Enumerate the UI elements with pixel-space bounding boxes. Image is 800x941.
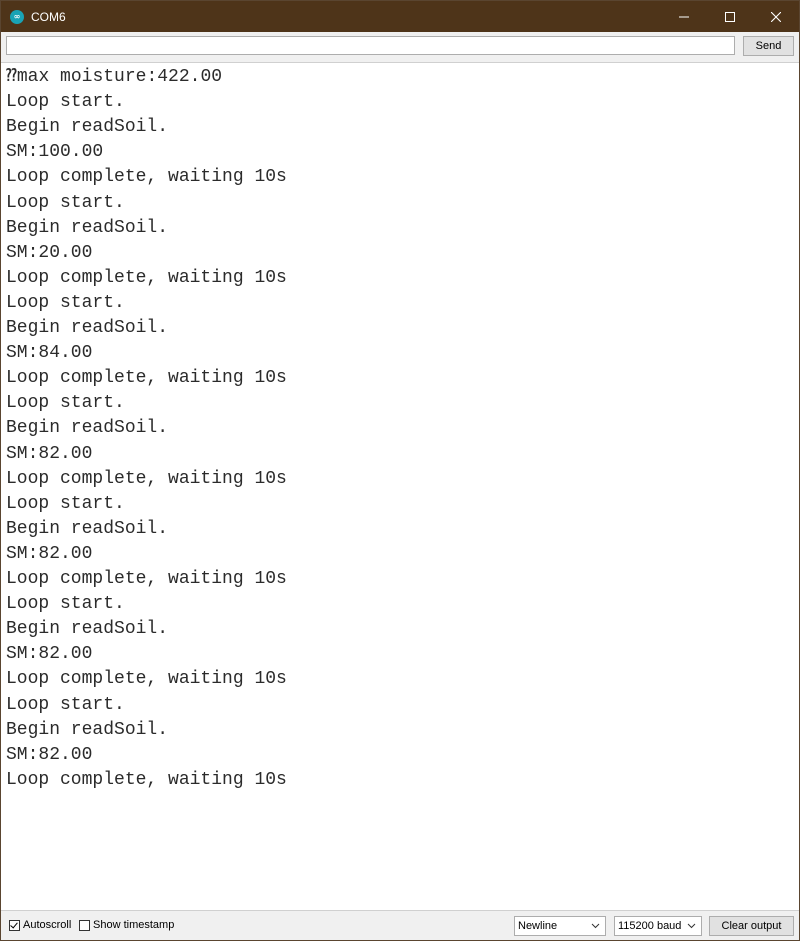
- output-line: SM:100.00: [6, 142, 104, 163]
- close-button[interactable]: [753, 1, 799, 32]
- timestamp-checkbox[interactable]: [79, 919, 90, 931]
- send-toolbar: Send: [1, 32, 799, 62]
- output-line: Loop start.: [6, 192, 125, 213]
- timestamp-label: Show timestamp: [93, 919, 175, 931]
- minimize-icon: [679, 16, 689, 17]
- output-line: Loop complete, waiting 10s: [6, 769, 287, 790]
- baud-rate-value: 115200 baud: [618, 920, 682, 932]
- output-line: Loop start.: [6, 694, 125, 715]
- output-line: Loop complete, waiting 10s: [6, 267, 287, 288]
- close-icon: [771, 11, 781, 22]
- baud-rate-select[interactable]: 115200 baud: [614, 916, 702, 936]
- send-input[interactable]: [6, 36, 735, 55]
- output-line: Loop complete, waiting 10s: [6, 569, 287, 589]
- status-bar: Autoscroll Show timestamp Newline 115200…: [1, 910, 799, 940]
- serial-monitor-window: ∞ COM6 Send ⁇max moisture:422.00 Loop st…: [0, 0, 800, 941]
- chevron-down-icon: [687, 923, 696, 929]
- autoscroll-label: Autoscroll: [23, 919, 72, 931]
- output-line: Begin readSoil.: [6, 619, 169, 640]
- maximize-icon: [725, 11, 735, 22]
- output-line: Loop start.: [6, 493, 125, 514]
- autoscroll-checkbox[interactable]: [9, 919, 20, 931]
- output-line: Begin readSoil.: [6, 117, 169, 138]
- autoscroll-toggle[interactable]: Autoscroll: [9, 919, 71, 931]
- arduino-icon: ∞: [10, 9, 24, 24]
- chevron-down-icon: [591, 923, 600, 929]
- output-line: Loop complete, waiting 10s: [6, 468, 287, 489]
- output-line: Loop complete, waiting 10s: [6, 167, 287, 188]
- output-line: Loop start.: [6, 92, 125, 113]
- output-line: Loop complete, waiting 10s: [6, 368, 287, 389]
- output-line: SM:82.00: [6, 443, 93, 464]
- output-line: Loop start.: [6, 594, 125, 615]
- title-bar[interactable]: ∞ COM6: [1, 1, 799, 32]
- output-line: Begin readSoil.: [6, 418, 169, 439]
- clear-output-button[interactable]: Clear output: [709, 916, 794, 936]
- output-line: SM:82.00: [6, 543, 93, 564]
- output-line: Begin readSoil.: [6, 518, 169, 539]
- output-line: ⁇max moisture:422.00: [6, 67, 223, 87]
- maximize-button[interactable]: [707, 1, 753, 32]
- timestamp-toggle[interactable]: Show timestamp: [79, 919, 174, 931]
- output-line: Begin readSoil.: [6, 719, 169, 740]
- output-line: Loop complete, waiting 10s: [6, 669, 287, 690]
- serial-output[interactable]: ⁇max moisture:422.00 Loop start. Begin rea…: [1, 62, 799, 910]
- output-line: SM:82.00: [6, 644, 93, 665]
- output-line: SM:84.00: [6, 343, 93, 364]
- line-ending-value: Newline: [518, 920, 558, 932]
- window-title: COM6: [31, 9, 66, 24]
- output-line: Begin readSoil.: [6, 217, 169, 238]
- line-ending-select[interactable]: Newline: [514, 916, 606, 936]
- output-line: Loop start.: [6, 393, 125, 414]
- output-line: SM:20.00: [6, 242, 93, 263]
- output-line: Loop start.: [6, 292, 125, 313]
- output-line: SM:82.00: [6, 744, 93, 765]
- output-line: Begin readSoil.: [6, 318, 169, 338]
- window-controls: [661, 1, 799, 32]
- send-button[interactable]: Send: [743, 36, 794, 56]
- minimize-button[interactable]: [661, 1, 707, 32]
